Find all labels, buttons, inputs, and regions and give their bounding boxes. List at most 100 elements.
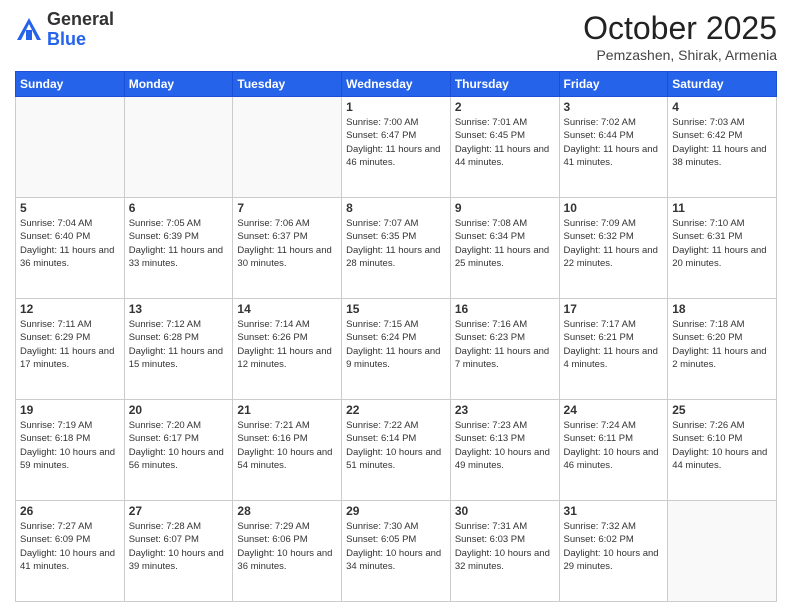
day-info: Sunrise: 7:07 AM Sunset: 6:35 PM Dayligh… xyxy=(346,217,446,270)
day-info: Sunrise: 7:00 AM Sunset: 6:47 PM Dayligh… xyxy=(346,116,446,169)
calendar-weekday-friday: Friday xyxy=(559,72,668,97)
logo-text: General Blue xyxy=(47,10,114,50)
calendar-cell: 10Sunrise: 7:09 AM Sunset: 6:32 PM Dayli… xyxy=(559,198,668,299)
calendar-cell: 26 Sunrise: 7:27 AM Sunset: 6:09 PM Dayli… xyxy=(16,501,125,602)
calendar-cell xyxy=(16,97,125,198)
calendar-cell: 25 Sunrise: 7:26 AM Sunset: 6:10 PM Dayli… xyxy=(668,400,777,501)
day-info: Sunrise: 7:32 AM Sunset: 6:02 PM Dayligh… xyxy=(564,520,664,573)
day-number: 2 xyxy=(455,100,555,114)
day-number: 1 xyxy=(346,100,446,114)
day-number: 4 xyxy=(672,100,772,114)
day-info: Sunrise: 7:03 AM Sunset: 6:42 PM Dayligh… xyxy=(672,116,772,169)
calendar-weekday-wednesday: Wednesday xyxy=(342,72,451,97)
day-info: Sunrise: 7:23 AM Sunset: 6:13 PM Dayligh… xyxy=(455,419,555,472)
day-number: 27 xyxy=(129,504,229,518)
calendar-cell: 28Sunrise: 7:29 AM Sunset: 6:06 PM Dayli… xyxy=(233,501,342,602)
calendar-cell: 12 Sunrise: 7:11 AM Sunset: 6:29 PM Dayli… xyxy=(16,299,125,400)
logo-blue: Blue xyxy=(47,29,86,49)
day-number: 30 xyxy=(455,504,555,518)
day-info: Sunrise: 7:08 AM Sunset: 6:34 PM Dayligh… xyxy=(455,217,555,270)
calendar-cell: 24 Sunrise: 7:24 AM Sunset: 6:11 PM Dayli… xyxy=(559,400,668,501)
day-info: Sunrise: 7:22 AM Sunset: 6:14 PM Dayligh… xyxy=(346,419,446,472)
page: General Blue October 2025 Pemzashen, Shi… xyxy=(0,0,792,612)
day-info: Sunrise: 7:01 AM Sunset: 6:45 PM Dayligh… xyxy=(455,116,555,169)
day-number: 18 xyxy=(672,302,772,316)
day-info: Sunrise: 7:10 AM Sunset: 6:31 PM Dayligh… xyxy=(672,217,772,270)
calendar-cell: 8 Sunrise: 7:07 AM Sunset: 6:35 PM Daylig… xyxy=(342,198,451,299)
day-info: Sunrise: 7:04 AM Sunset: 6:40 PM Dayligh… xyxy=(20,217,120,270)
day-info: Sunrise: 7:11 AM Sunset: 6:29 PM Dayligh… xyxy=(20,318,120,371)
calendar-weekday-sunday: Sunday xyxy=(16,72,125,97)
day-info: Sunrise: 7:27 AM Sunset: 6:09 PM Dayligh… xyxy=(20,520,120,573)
calendar-cell: 31Sunrise: 7:32 AM Sunset: 6:02 PM Dayli… xyxy=(559,501,668,602)
calendar-cell: 30 Sunrise: 7:31 AM Sunset: 6:03 PM Dayli… xyxy=(450,501,559,602)
day-number: 14 xyxy=(237,302,337,316)
calendar-table: SundayMondayTuesdayWednesdayThursdayFrid… xyxy=(15,71,777,602)
day-number: 24 xyxy=(564,403,664,417)
calendar-cell: 16 Sunrise: 7:16 AM Sunset: 6:23 PM Dayli… xyxy=(450,299,559,400)
day-number: 26 xyxy=(20,504,120,518)
day-number: 3 xyxy=(564,100,664,114)
day-info: Sunrise: 7:26 AM Sunset: 6:10 PM Dayligh… xyxy=(672,419,772,472)
calendar-cell: 1 Sunrise: 7:00 AM Sunset: 6:47 PM Daylig… xyxy=(342,97,451,198)
day-number: 21 xyxy=(237,403,337,417)
day-number: 20 xyxy=(129,403,229,417)
day-number: 22 xyxy=(346,403,446,417)
header-right: October 2025 Pemzashen, Shirak, Armenia xyxy=(583,10,777,63)
day-info: Sunrise: 7:14 AM Sunset: 6:26 PM Dayligh… xyxy=(237,318,337,371)
month-title: October 2025 xyxy=(583,10,777,47)
calendar-cell: 18 Sunrise: 7:18 AM Sunset: 6:20 PM Dayli… xyxy=(668,299,777,400)
logo-icon xyxy=(15,16,43,44)
calendar-cell: 11 Sunrise: 7:10 AM Sunset: 6:31 PM Dayli… xyxy=(668,198,777,299)
calendar-header-row: SundayMondayTuesdayWednesdayThursdayFrid… xyxy=(16,72,777,97)
day-number: 12 xyxy=(20,302,120,316)
day-number: 28 xyxy=(237,504,337,518)
day-number: 8 xyxy=(346,201,446,215)
day-number: 7 xyxy=(237,201,337,215)
day-number: 13 xyxy=(129,302,229,316)
day-info: Sunrise: 7:02 AM Sunset: 6:44 PM Dayligh… xyxy=(564,116,664,169)
day-info: Sunrise: 7:16 AM Sunset: 6:23 PM Dayligh… xyxy=(455,318,555,371)
day-number: 11 xyxy=(672,201,772,215)
logo: General Blue xyxy=(15,10,114,50)
day-number: 25 xyxy=(672,403,772,417)
calendar-cell xyxy=(233,97,342,198)
calendar-cell: 3 Sunrise: 7:02 AM Sunset: 6:44 PM Daylig… xyxy=(559,97,668,198)
calendar-cell: 13Sunrise: 7:12 AM Sunset: 6:28 PM Dayli… xyxy=(124,299,233,400)
calendar-week-5: 26 Sunrise: 7:27 AM Sunset: 6:09 PM Dayli… xyxy=(16,501,777,602)
calendar-cell: 6Sunrise: 7:05 AM Sunset: 6:39 PM Daylig… xyxy=(124,198,233,299)
calendar-cell: 5Sunrise: 7:04 AM Sunset: 6:40 PM Daylig… xyxy=(16,198,125,299)
day-number: 29 xyxy=(346,504,446,518)
calendar-cell xyxy=(668,501,777,602)
day-info: Sunrise: 7:21 AM Sunset: 6:16 PM Dayligh… xyxy=(237,419,337,472)
calendar-cell: 2 Sunrise: 7:01 AM Sunset: 6:45 PM Daylig… xyxy=(450,97,559,198)
calendar-cell: 29Sunrise: 7:30 AM Sunset: 6:05 PM Dayli… xyxy=(342,501,451,602)
day-number: 23 xyxy=(455,403,555,417)
day-info: Sunrise: 7:17 AM Sunset: 6:21 PM Dayligh… xyxy=(564,318,664,371)
day-info: Sunrise: 7:31 AM Sunset: 6:03 PM Dayligh… xyxy=(455,520,555,573)
calendar-cell: 22 Sunrise: 7:22 AM Sunset: 6:14 PM Dayli… xyxy=(342,400,451,501)
calendar-weekday-tuesday: Tuesday xyxy=(233,72,342,97)
day-number: 10 xyxy=(564,201,664,215)
day-number: 9 xyxy=(455,201,555,215)
calendar-cell: 23 Sunrise: 7:23 AM Sunset: 6:13 PM Dayli… xyxy=(450,400,559,501)
calendar-cell: 21 Sunrise: 7:21 AM Sunset: 6:16 PM Dayli… xyxy=(233,400,342,501)
calendar-cell: 15Sunrise: 7:15 AM Sunset: 6:24 PM Dayli… xyxy=(342,299,451,400)
day-info: Sunrise: 7:24 AM Sunset: 6:11 PM Dayligh… xyxy=(564,419,664,472)
day-info: Sunrise: 7:20 AM Sunset: 6:17 PM Dayligh… xyxy=(129,419,229,472)
day-number: 6 xyxy=(129,201,229,215)
calendar-week-2: 5Sunrise: 7:04 AM Sunset: 6:40 PM Daylig… xyxy=(16,198,777,299)
day-number: 17 xyxy=(564,302,664,316)
calendar-cell xyxy=(124,97,233,198)
header: General Blue October 2025 Pemzashen, Shi… xyxy=(15,10,777,63)
calendar-week-4: 19Sunrise: 7:19 AM Sunset: 6:18 PM Dayli… xyxy=(16,400,777,501)
calendar-week-1: 1 Sunrise: 7:00 AM Sunset: 6:47 PM Daylig… xyxy=(16,97,777,198)
day-info: Sunrise: 7:18 AM Sunset: 6:20 PM Dayligh… xyxy=(672,318,772,371)
location: Pemzashen, Shirak, Armenia xyxy=(583,47,777,63)
calendar-cell: 27Sunrise: 7:28 AM Sunset: 6:07 PM Dayli… xyxy=(124,501,233,602)
calendar-cell: 9 Sunrise: 7:08 AM Sunset: 6:34 PM Daylig… xyxy=(450,198,559,299)
day-number: 16 xyxy=(455,302,555,316)
calendar-week-3: 12 Sunrise: 7:11 AM Sunset: 6:29 PM Dayli… xyxy=(16,299,777,400)
day-number: 15 xyxy=(346,302,446,316)
calendar-cell: 14 Sunrise: 7:14 AM Sunset: 6:26 PM Dayli… xyxy=(233,299,342,400)
